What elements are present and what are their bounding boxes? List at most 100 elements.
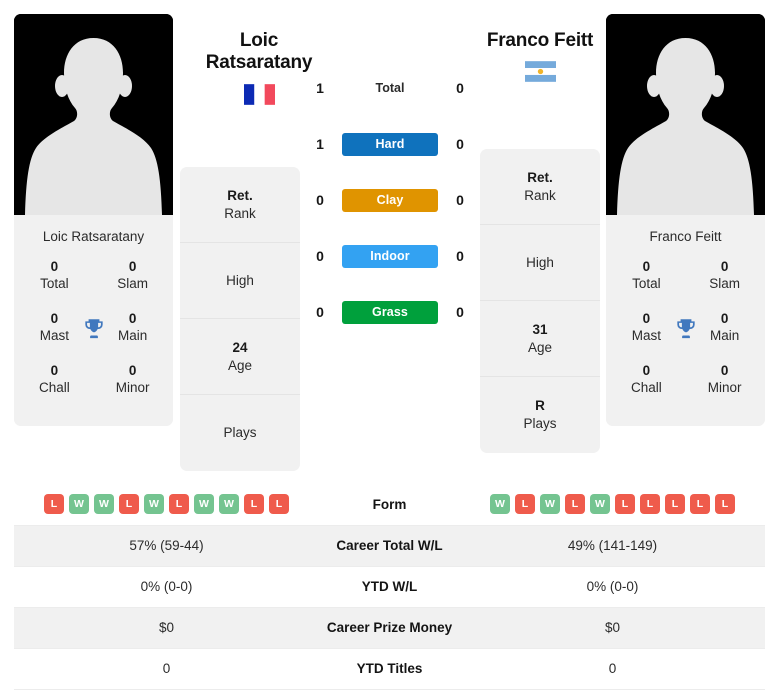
form-pill-loss[interactable]: L [119,494,139,515]
title-stat-mast: 0 Mast [622,310,671,345]
form-pill-loss[interactable]: L [515,494,535,515]
form-pill-win[interactable]: W [490,494,510,515]
value-left: 0% (0-0) [14,566,319,608]
title-stat-value: 0 [50,259,59,274]
title-stat-label: Chall [630,380,662,396]
titles-row: 0 Total 0 Slam [612,256,759,308]
surface-badge-clay[interactable]: Clay [342,188,438,212]
h2h-row-grass: 0 Grass 0 [310,284,470,340]
player-photo-right [606,14,765,215]
form-pill-win[interactable]: W [540,494,560,515]
info-label: High [526,254,554,270]
trophy-spacer [79,260,109,294]
info-cell-rank: Ret. Rank [480,149,600,225]
comparison-stats-table: LWWLWLWWLL Form WLWLWLLLLL 57% (59-44) C… [14,484,765,690]
h2h-label-wrap: Total [330,81,450,95]
form-pill-loss[interactable]: L [169,494,189,515]
title-stat-label: Minor [707,380,742,396]
form-pill-loss[interactable]: L [690,494,710,515]
title-stat-value: 0 [642,311,651,326]
title-stat-value: 0 [50,363,59,378]
h2h-label-wrap: Grass [330,300,450,324]
info-cell-high: High [180,243,300,319]
form-pill-win[interactable]: W [219,494,239,515]
form-pill-loss[interactable]: L [640,494,660,515]
info-label: High [226,272,254,288]
info-cell-plays: Plays [180,395,300,471]
title-stat-value: 0 [642,363,651,378]
h2h-right-score: 0 [456,248,464,264]
table-row-ytd-titles: 0 YTD Titles 0 [14,648,765,690]
row-label-career-prize-money: Career Prize Money [319,607,460,649]
player-info-card-right: Ret. Rank High 31 Age R Plays [480,149,600,453]
flag-wrap-right [465,61,615,83]
form-pill-win[interactable]: W [69,494,89,515]
form-pill-win[interactable]: W [144,494,164,515]
player-card-right[interactable]: Franco Feitt 0 Total 0 Slam 0 Mast 0 Mai… [606,14,765,426]
h2h-left-score: 0 [316,304,324,320]
info-value: R [535,398,545,414]
info-cell-rank: Ret. Rank [180,167,300,243]
title-stat-minor: 0 Minor [108,362,157,397]
table-row-career-total-wl: 57% (59-44) Career Total W/L 49% (141-14… [14,525,765,567]
title-stat-label: Main [710,328,740,344]
title-stat-main: 0 Main [108,310,157,345]
row-label-ytd-wl: YTD W/L [319,566,460,608]
comparison-header-area: Loic Ratsaratany 0 Total 0 Slam 0 Mast 0… [0,0,779,482]
title-stat-value: 0 [128,259,137,274]
form-pill-loss[interactable]: L [269,494,289,515]
player-photo-caption-right: Franco Feitt [606,215,765,256]
h2h-row-indoor: 0 Indoor 0 [310,228,470,284]
info-label: Age [227,357,253,373]
form-pill-win[interactable]: W [590,494,610,515]
info-cell-age: 31 Age [480,301,600,377]
player-info-card-left: Ret. Rank High 24 Age Plays [180,167,300,471]
france-flag-icon [243,83,275,105]
h2h-right-score: 0 [456,304,464,320]
player-card-left[interactable]: Loic Ratsaratany 0 Total 0 Slam 0 Mast 0… [14,14,173,426]
trophy-spacer [79,364,109,398]
form-pill-win[interactable]: W [94,494,114,515]
surface-badge-indoor[interactable]: Indoor [342,244,438,268]
player-name-block-right: Franco Feitt [465,30,615,83]
value-left: $0 [14,607,319,649]
h2h-right-score: 0 [456,80,464,96]
form-pill-loss[interactable]: L [615,494,635,515]
titles-row: 0 Mast 0 Main [612,308,759,360]
title-stat-label: Main [118,328,148,344]
value-left: 0 [14,648,319,690]
h2h-right-score: 0 [456,136,464,152]
table-row-career-prize-money: $0 Career Prize Money $0 [14,607,765,649]
title-stat-label: Mast [39,328,69,344]
title-stat-label: Minor [115,380,150,396]
form-pill-loss[interactable]: L [665,494,685,515]
value-right: 0% (0-0) [460,566,765,608]
player-name-right: Franco Feitt [465,30,615,52]
player-comparison-page: Loic Ratsaratany 0 Total 0 Slam 0 Mast 0… [0,0,779,699]
title-stat-value: 0 [50,311,59,326]
surface-badge-hard[interactable]: Hard [342,132,438,156]
titles-row: 0 Total 0 Slam [20,256,167,308]
titles-grid-left: 0 Total 0 Slam 0 Mast 0 Main 0 Chall 0 M… [14,256,173,426]
title-stat-chall: 0 Chall [30,362,79,397]
info-label: Rank [524,187,556,203]
h2h-label-total: Total [375,81,405,95]
surface-badge-grass[interactable]: Grass [342,300,438,324]
form-pill-loss[interactable]: L [565,494,585,515]
value-right: 0 [460,648,765,690]
form-pill-loss[interactable]: L [244,494,264,515]
form-pill-loss[interactable]: L [715,494,735,515]
info-value: Ret. [227,187,253,203]
title-stat-total: 0 Total [622,258,671,293]
title-stat-value: 0 [128,363,137,378]
form-strip-right: WLWLWLLLLL [460,494,765,515]
form-pill-loss[interactable]: L [44,494,64,515]
form-pill-win[interactable]: W [194,494,214,515]
player-photo-caption-left: Loic Ratsaratany [14,215,173,256]
row-label-career-total-wl: Career Total W/L [319,525,460,567]
info-label: Age [527,339,553,355]
head-to-head-surface-list: 1 Total 0 1 Hard 0 0 Clay 0 0 Indoor 0 0… [310,60,470,340]
title-stat-value: 0 [642,259,651,274]
h2h-left-score: 0 [316,248,324,264]
title-stat-label: Total [40,276,69,292]
